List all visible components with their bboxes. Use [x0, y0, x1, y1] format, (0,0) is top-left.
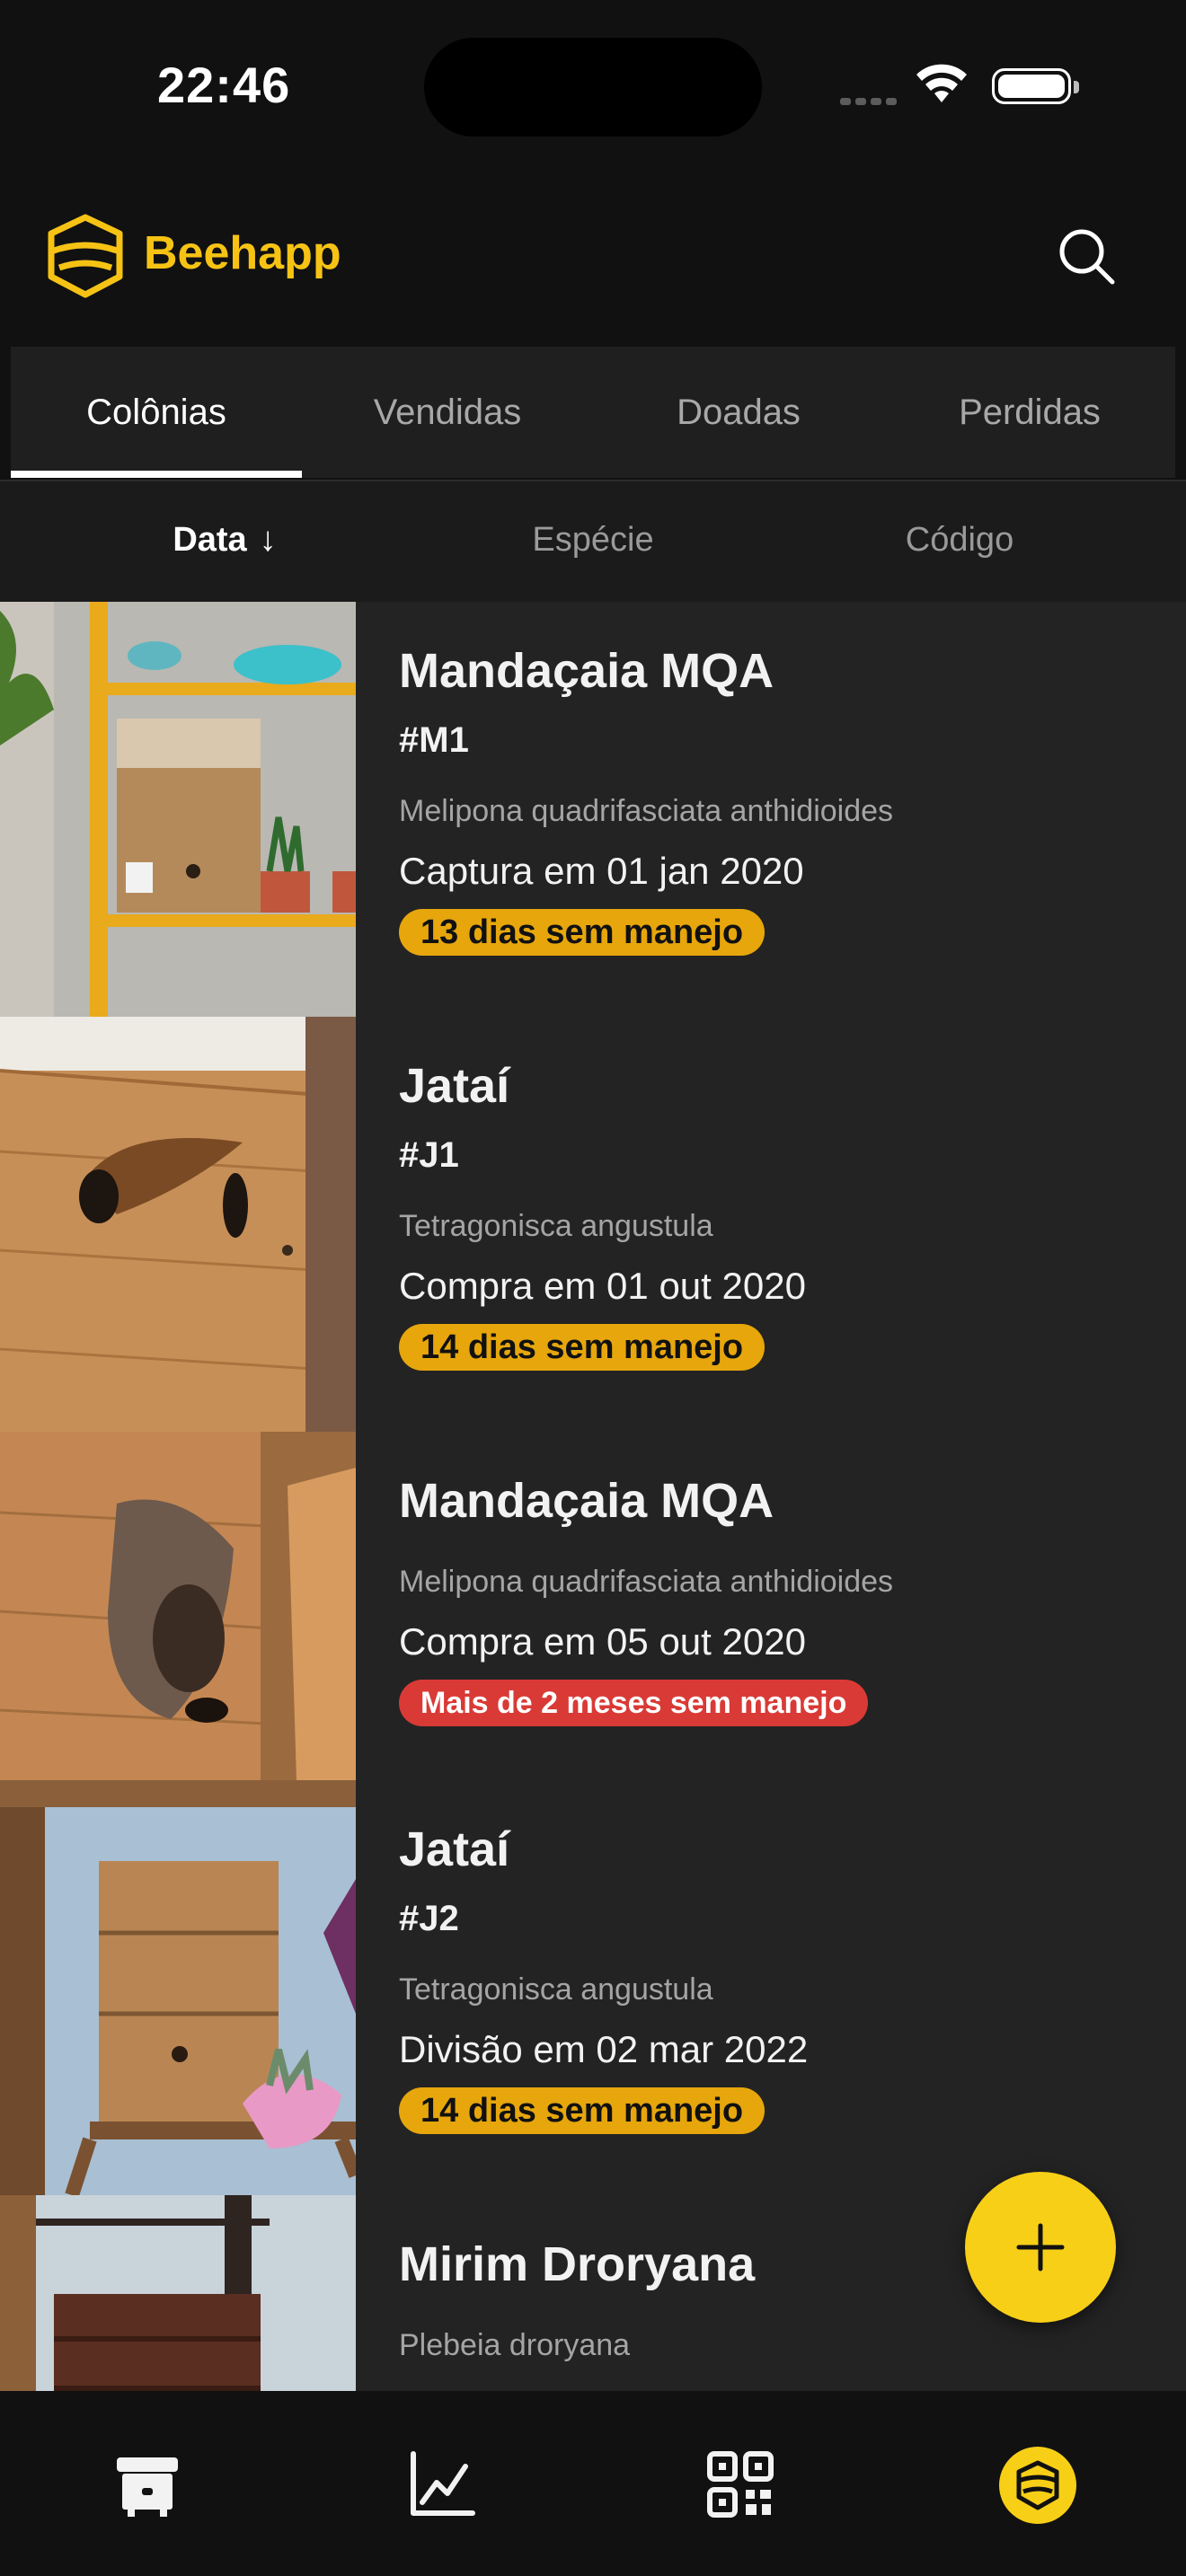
- sort-date-label: Data: [173, 521, 247, 559]
- app-brand-name: Beehapp: [144, 227, 341, 279]
- qr-code-icon[interactable]: [704, 2448, 776, 2520]
- colony-photo: [0, 1017, 356, 1432]
- plus-icon: [1016, 2223, 1065, 2272]
- add-colony-button[interactable]: [965, 2172, 1116, 2323]
- colony-code: #M1: [399, 720, 469, 760]
- sort-by-date[interactable]: Data ↓: [90, 481, 359, 598]
- status-badge: 14 dias sem manejo: [399, 1324, 766, 1371]
- colony-code: #J1: [399, 1135, 459, 1175]
- hive-box-icon[interactable]: [111, 2448, 183, 2520]
- tab-doadas[interactable]: Doadas: [593, 347, 884, 478]
- colony-card[interactable]: Jataí #J1 Tetragonisca angustula Compra …: [0, 1017, 1186, 1434]
- colony-name: Mandaçaia MQA: [399, 1474, 774, 1528]
- arrow-down-icon: ↓: [259, 521, 277, 559]
- colony-species: Plebeia droryana: [399, 2328, 631, 2362]
- colony-origin: Divisão em 02 mar 2022: [399, 2028, 809, 2070]
- dynamic-island: [424, 38, 762, 137]
- colony-card[interactable]: Mandaçaia MQA #M1 Melipona quadrifasciat…: [0, 602, 1186, 1019]
- sort-bar: Data ↓ Espécie Código: [0, 480, 1186, 604]
- colony-name: Jataí: [399, 1059, 510, 1113]
- colony-list: Mandaçaia MQA #M1 Melipona quadrifasciat…: [0, 602, 1186, 2391]
- tab-vendidas[interactable]: Vendidas: [302, 347, 593, 478]
- colony-species: Tetragonisca angustula: [399, 1972, 713, 2007]
- sort-by-species[interactable]: Espécie: [458, 481, 728, 598]
- battery-icon: [992, 68, 1079, 104]
- colony-species: Tetragonisca angustula: [399, 1209, 713, 1243]
- tab-perdidas[interactable]: Perdidas: [884, 347, 1175, 478]
- colony-origin: Captura em 01 jan 2020: [399, 850, 804, 892]
- colony-card[interactable]: Jataí #J2 Tetragonisca angustula Divisão…: [0, 1780, 1186, 2198]
- colony-code: #J2: [399, 1899, 459, 1938]
- status-time: 22:46: [157, 57, 291, 113]
- cellular-signal-icon: [840, 93, 901, 110]
- tab-active-indicator: [11, 471, 302, 478]
- status-badge: Mais de 2 meses sem manejo: [399, 1680, 869, 1726]
- search-icon[interactable]: [1051, 221, 1123, 293]
- colony-species: Melipona quadrifasciata anthidioides: [399, 1565, 894, 1599]
- bee-logo-icon[interactable]: [997, 2445, 1078, 2526]
- tab-colonias[interactable]: Colônias: [11, 347, 302, 478]
- app-header: Beehapp: [0, 171, 1186, 347]
- colony-photo: [0, 2195, 356, 2391]
- colony-origin: Compra em 01 out 2020: [399, 1265, 806, 1307]
- status-badge: 13 dias sem manejo: [399, 909, 766, 956]
- status-badge: 14 dias sem manejo: [399, 2087, 766, 2134]
- colony-name: Mirim Droryana: [399, 2237, 756, 2291]
- status-tabs: Colônias Vendidas Doadas Perdidas: [11, 347, 1175, 478]
- colony-species: Melipona quadrifasciata anthidioides: [399, 794, 894, 828]
- beehapp-logo-icon: [48, 214, 123, 298]
- colony-photo: [0, 1432, 356, 1780]
- colony-name: Jataí: [399, 1822, 510, 1876]
- colony-name: Mandaçaia MQA: [399, 644, 774, 698]
- sort-by-code[interactable]: Código: [825, 481, 1094, 598]
- chart-icon[interactable]: [406, 2448, 478, 2520]
- wifi-icon: [916, 64, 967, 102]
- colony-photo: [0, 1780, 356, 2195]
- status-bar: 22:46: [0, 0, 1186, 171]
- colony-origin: Compra em 05 out 2020: [399, 1620, 806, 1663]
- colony-card[interactable]: Mandaçaia MQA Melipona quadrifasciata an…: [0, 1432, 1186, 1783]
- bottom-nav: [0, 2391, 1186, 2576]
- colony-photo: [0, 602, 356, 1017]
